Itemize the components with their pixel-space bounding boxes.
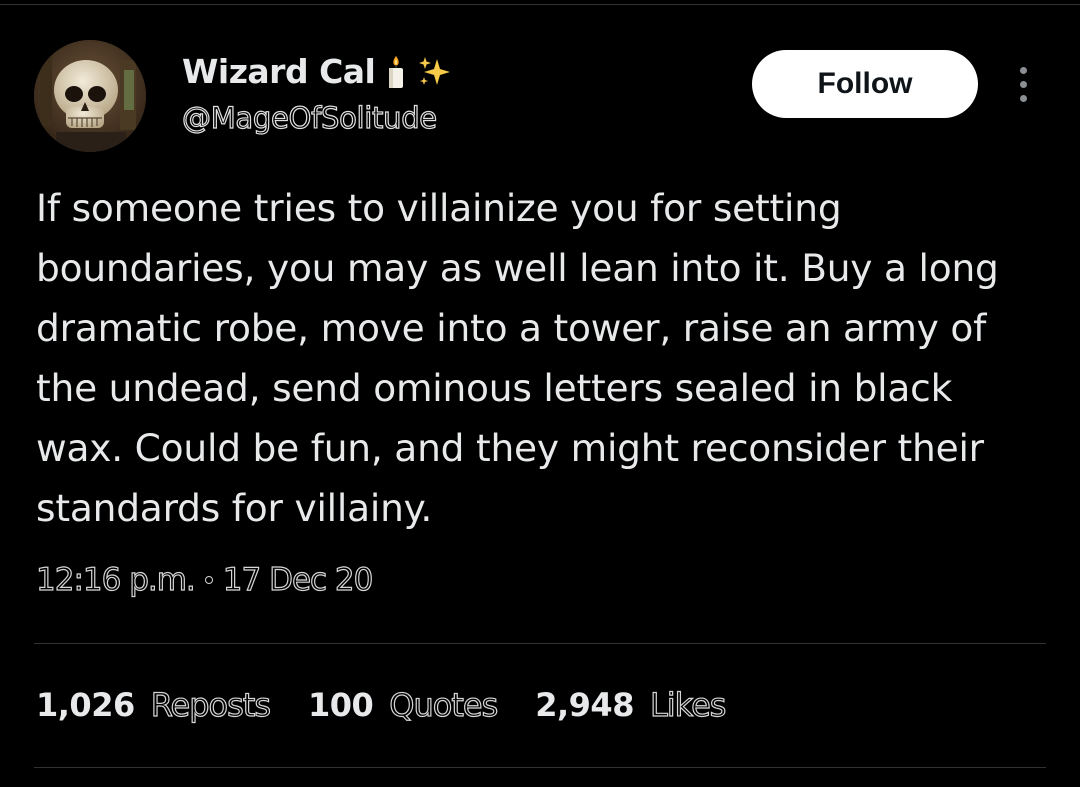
- author-name-row[interactable]: Wizard Cal: [182, 52, 453, 91]
- likes-stat[interactable]: 2,948 Likes: [535, 685, 727, 724]
- more-options-icon[interactable]: [1006, 62, 1040, 106]
- author-handle[interactable]: @MageOfSolitude: [181, 100, 437, 135]
- follow-button[interactable]: Follow: [752, 50, 978, 118]
- likes-count: 2,948: [535, 686, 634, 724]
- tweet-meta: 12:16 p.m. 17 Dec 20: [35, 561, 374, 598]
- more-dot: [1019, 94, 1027, 102]
- quotes-label: Quotes: [389, 685, 499, 724]
- tweet-date[interactable]: 17 Dec 20: [222, 561, 374, 598]
- reposts-count: 1,026: [36, 686, 135, 724]
- more-dot: [1019, 66, 1027, 74]
- likes-label: Likes: [649, 685, 727, 724]
- quotes-stat[interactable]: 100 Quotes: [307, 685, 499, 724]
- tweet-time[interactable]: 12:16 p.m.: [35, 561, 196, 598]
- stats-bottom-divider: [34, 767, 1046, 768]
- more-dot: [1019, 80, 1027, 88]
- reposts-stat[interactable]: 1,026 Reposts: [36, 685, 272, 724]
- top-divider: [0, 4, 1080, 5]
- avatar[interactable]: [34, 40, 146, 152]
- reposts-label: Reposts: [150, 685, 271, 724]
- skull-avatar-image: [34, 40, 146, 152]
- display-name[interactable]: Wizard Cal: [182, 52, 376, 91]
- meta-separator-dot: [204, 576, 213, 584]
- stats-top-divider: [34, 643, 1046, 644]
- sparkles-icon: [417, 55, 453, 89]
- candle-icon: [385, 55, 407, 89]
- engagement-stats: 1,026 Reposts 100 Quotes 2,948 Likes: [36, 685, 763, 724]
- tweet-text: If someone tries to villainize you for s…: [36, 186, 999, 530]
- quotes-count: 100: [307, 686, 374, 724]
